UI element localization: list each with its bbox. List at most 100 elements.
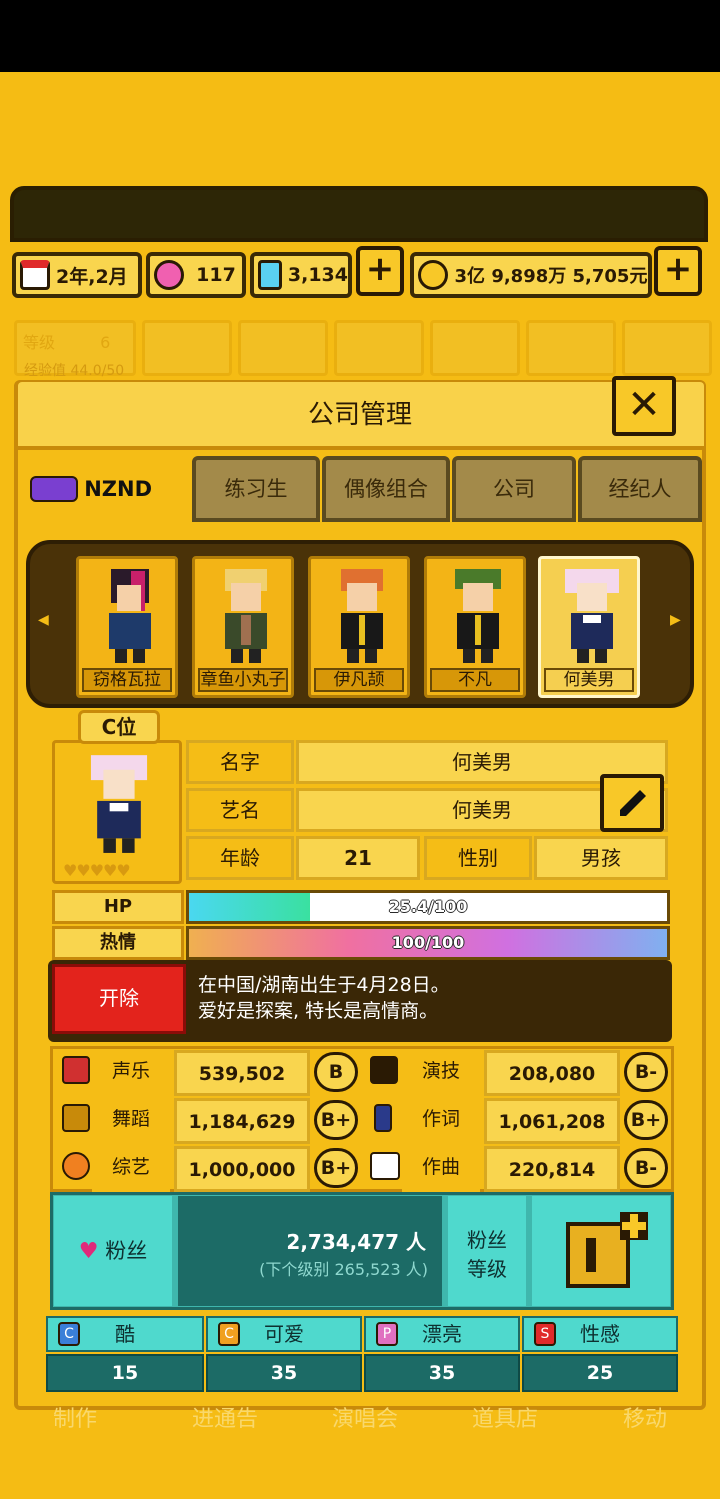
bg-menu-6 — [622, 320, 712, 376]
fans-next-level: (下个级别 265,523 人) — [259, 1260, 428, 1279]
member-portrait: ♥♥♥♥♥ — [52, 740, 182, 884]
add-gems-button[interactable]: + — [356, 246, 404, 296]
cool-icon: C — [58, 1322, 80, 1346]
attr-value: 35 — [364, 1354, 520, 1392]
member-name: 窃格瓦拉 — [82, 668, 172, 692]
attr-label: 酷 — [115, 1322, 135, 1346]
blue-gem-count: 3,134 — [287, 264, 348, 286]
exp-label: 经验值 44.0/50 — [24, 363, 125, 379]
level-label: 等级 — [23, 333, 56, 352]
mask-icon — [62, 1152, 90, 1180]
fans-level-label-2: 等级 — [467, 1257, 507, 1281]
member-sprite — [341, 569, 383, 663]
stat-value: 220,814 — [484, 1146, 620, 1192]
attr-label: 性感 — [580, 1322, 620, 1346]
tab-managers[interactable]: 经纪人 — [578, 456, 702, 522]
pencil-icon — [620, 790, 646, 816]
blue-gem-display: 3,134 — [250, 252, 352, 298]
tab-nznd-label: NZND — [84, 477, 152, 501]
stat-label: 综艺 — [92, 1146, 170, 1192]
attr-label: 漂亮 — [422, 1322, 462, 1346]
scroll-left-icon[interactable]: ◀ — [38, 612, 49, 628]
stat-grade: B+ — [314, 1100, 358, 1140]
member-name: 伊凡颉 — [314, 668, 404, 692]
tab-idol-groups[interactable]: 偶像组合 — [322, 456, 450, 522]
tab-idol-groups-label: 偶像组合 — [344, 477, 428, 501]
member-name: 何美男 — [544, 668, 634, 692]
heart-rating-icon: ♥♥♥♥♥ — [63, 861, 131, 880]
bg-bottom-menu: 道具店 — [471, 1407, 538, 1432]
close-button[interactable]: ✕ — [612, 376, 676, 436]
add-money-button[interactable]: + — [654, 246, 702, 296]
stat-label: 声乐 — [92, 1050, 170, 1096]
bg-menu-2 — [238, 320, 328, 376]
member-card[interactable]: 伊凡颉 — [308, 556, 410, 698]
passion-label: 热情 — [52, 926, 184, 960]
tab-trainees[interactable]: 练习生 — [192, 456, 320, 522]
fans-level-label-1: 粉丝 — [467, 1228, 507, 1252]
member-name: 章鱼小丸子 — [198, 668, 288, 692]
shoe-icon — [62, 1104, 90, 1132]
stat-value: 1,184,629 — [174, 1098, 310, 1144]
attr-label: 可爱 — [264, 1322, 304, 1346]
tab-nznd[interactable]: NZND — [20, 456, 186, 522]
attr-value: 15 — [46, 1354, 204, 1392]
pink-gem-display: 117 — [146, 252, 246, 298]
coin-icon — [418, 260, 448, 290]
member-card[interactable]: 窃格瓦拉 — [76, 556, 178, 698]
status-bar — [0, 0, 720, 72]
diamond-icon — [258, 260, 282, 290]
pink-gem-count: 117 — [196, 264, 236, 286]
top-frame — [10, 186, 708, 242]
attr-value: 25 — [522, 1354, 678, 1392]
cute-icon: C — [218, 1322, 240, 1346]
calendar-icon — [20, 260, 50, 290]
member-sprite — [109, 569, 151, 663]
attr-cute-header: C 可爱 — [206, 1316, 362, 1352]
stat-grade: B- — [624, 1148, 668, 1188]
hp-label: HP — [52, 890, 184, 924]
member-card[interactable]: 章鱼小丸子 — [192, 556, 294, 698]
attr-cool-header: C 酷 — [46, 1316, 204, 1352]
bg-bottom-menu: 进通告 — [191, 1407, 258, 1432]
bg-menu-1 — [142, 320, 232, 376]
money-amount: 3亿 9,898万 5,705元 — [454, 266, 648, 287]
passion-text: 100/100 — [391, 933, 465, 952]
bio-line-1: 在中国/湖南出生于4月28日。 — [198, 974, 450, 996]
tab-company-label: 公司 — [493, 477, 535, 501]
pen-icon — [374, 1104, 392, 1132]
fans-count-box: 2,734,477 人 (下个级别 265,523 人) — [178, 1196, 442, 1306]
age-label: 年龄 — [186, 836, 294, 880]
tab-managers-label: 经纪人 — [608, 477, 672, 501]
attr-pretty-header: P 漂亮 — [364, 1316, 520, 1352]
bg-menu-3 — [334, 320, 424, 376]
fans-label: 粉丝 — [105, 1239, 148, 1263]
fans-level-d-plus-icon — [566, 1212, 648, 1288]
fans-level-badge[interactable] — [532, 1196, 670, 1306]
edit-name-button[interactable] — [600, 774, 664, 832]
stat-value: 208,080 — [484, 1050, 620, 1096]
bio-line-2: 爱好是探案, 特长是高情商。 — [198, 1000, 439, 1022]
member-card[interactable]: 不凡 — [424, 556, 526, 698]
stat-label: 作曲 — [402, 1146, 480, 1192]
stat-grade: B- — [624, 1052, 668, 1092]
fans-count: 2,734,477 人 — [286, 1230, 426, 1254]
microphone-icon — [62, 1056, 90, 1084]
member-sprite — [565, 569, 619, 663]
member-card-selected[interactable]: 何美男 — [538, 556, 640, 698]
position-badge: C位 — [78, 710, 160, 744]
member-name: 不凡 — [430, 668, 520, 692]
heart-icon: ♥ — [78, 1239, 99, 1264]
stat-label: 舞蹈 — [92, 1098, 170, 1144]
tab-company[interactable]: 公司 — [452, 456, 576, 522]
bg-menu-5 — [526, 320, 616, 376]
fire-button[interactable]: 开除 — [52, 964, 186, 1034]
hp-bar: 25.4/100 — [186, 890, 670, 924]
stat-grade: B+ — [314, 1148, 358, 1188]
date-display: 2年,2月 — [12, 252, 142, 298]
stat-value: 1,061,208 — [484, 1098, 620, 1144]
stage-name-label: 艺名 — [186, 788, 294, 832]
tab-trainees-label: 练习生 — [224, 477, 288, 501]
level-value: 6 — [100, 333, 111, 352]
scroll-right-icon[interactable]: ▶ — [670, 612, 681, 628]
